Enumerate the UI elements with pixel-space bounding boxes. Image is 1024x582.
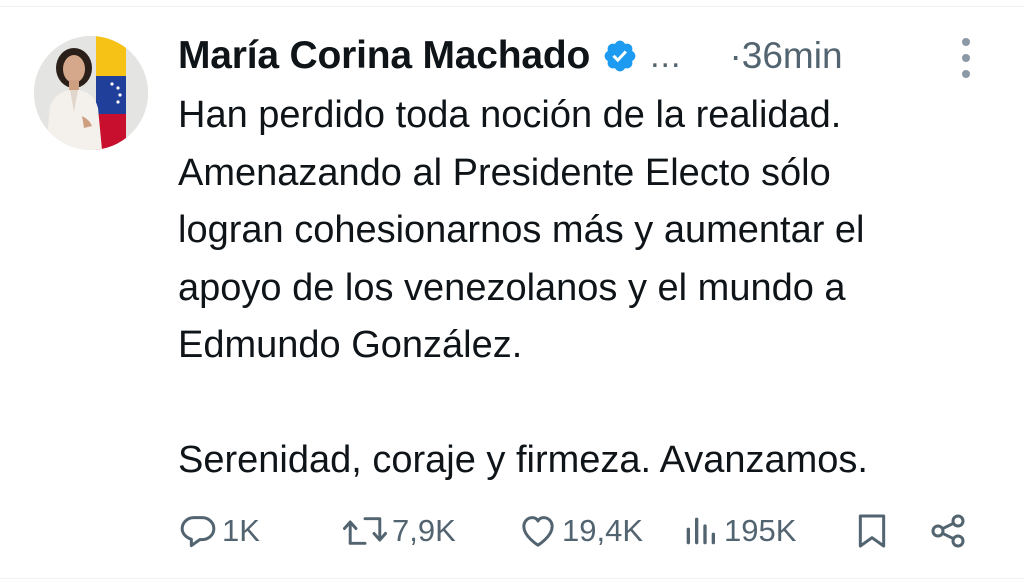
tweet-text: Han perdido toda noción de la realidad. … (178, 94, 868, 481)
share-icon (928, 511, 968, 551)
timestamp[interactable]: ·36min (729, 35, 842, 77)
author-name[interactable]: María Corina Machado (178, 34, 590, 78)
reply-button[interactable]: 1K (178, 506, 260, 556)
bookmark-icon (852, 511, 892, 551)
like-count: 19,4K (562, 513, 644, 548)
handle-ellipsis[interactable]: ... (650, 37, 681, 76)
bookmark-button[interactable] (852, 506, 892, 556)
views-button[interactable]: 195K (680, 506, 796, 556)
avatar[interactable] (34, 36, 148, 150)
views-icon (680, 511, 720, 551)
heart-icon (518, 511, 558, 551)
bottom-divider (0, 578, 1024, 579)
reply-icon (178, 511, 218, 551)
tweet-header: María Corina Machado ... ·36min (178, 26, 988, 86)
retweet-count: 7,9K (392, 513, 456, 548)
action-bar: 1K 7,9K 19,4K 195K (176, 506, 976, 556)
tweet-card[interactable]: María Corina Machado ... ·36min Han perd… (0, 0, 1024, 582)
share-button[interactable] (928, 506, 968, 556)
verified-badge-icon (602, 38, 638, 74)
like-button[interactable]: 19,4K (518, 506, 643, 556)
more-vertical-icon[interactable] (952, 38, 980, 78)
reply-count: 1K (222, 513, 260, 548)
retweet-icon (342, 511, 388, 551)
views-count: 195K (724, 513, 797, 548)
retweet-button[interactable]: 7,9K (342, 506, 456, 556)
